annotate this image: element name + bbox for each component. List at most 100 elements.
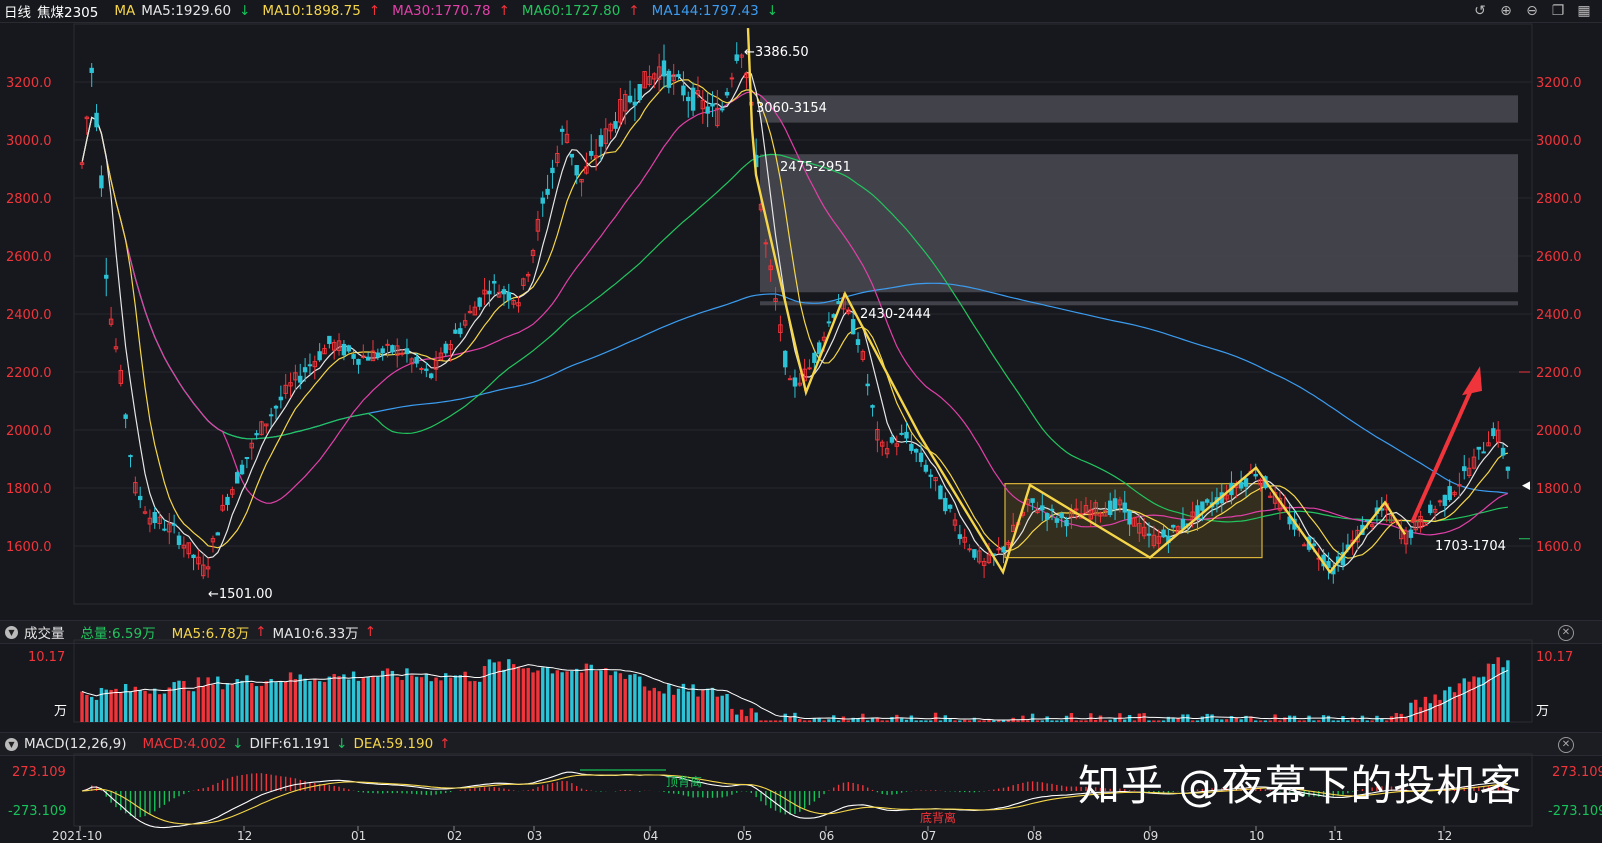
volume-bar bbox=[1132, 720, 1137, 722]
candle-body bbox=[720, 108, 725, 111]
candle-body bbox=[1437, 500, 1443, 503]
volume-bar bbox=[133, 686, 138, 722]
volume-bar bbox=[657, 691, 661, 722]
volume-bar bbox=[1506, 660, 1510, 722]
volume-bar bbox=[337, 676, 341, 722]
volume-bar bbox=[487, 659, 492, 722]
volume-bar bbox=[759, 720, 763, 722]
x-tick-label: 06 bbox=[819, 829, 834, 843]
volume-bar bbox=[807, 720, 812, 722]
volume-bar bbox=[1486, 663, 1491, 722]
volume-bar bbox=[201, 686, 205, 722]
volume-bar bbox=[1074, 720, 1078, 722]
price-tick-left: 2000.0 bbox=[6, 424, 52, 439]
volume-bar bbox=[1171, 718, 1175, 722]
candle-body bbox=[123, 414, 128, 419]
volume-bar bbox=[235, 679, 239, 722]
candle-body bbox=[1122, 502, 1127, 513]
volume-bar bbox=[1254, 720, 1258, 722]
volume-bar bbox=[347, 679, 351, 722]
volume-bar bbox=[1457, 683, 1462, 722]
volume-bar bbox=[948, 719, 952, 722]
macd-top-label-right: 273.109 bbox=[1552, 765, 1602, 780]
candle-body bbox=[1127, 510, 1132, 525]
candle-body bbox=[1001, 546, 1006, 553]
volume-bar bbox=[1384, 720, 1389, 722]
x-tick-label: 01 bbox=[351, 829, 366, 843]
volume-bar bbox=[220, 689, 225, 722]
macd-bottom-label: -273.109 bbox=[8, 804, 66, 819]
volume-bar bbox=[589, 664, 593, 722]
volume-bar bbox=[899, 718, 904, 722]
price-tick-left: 1600.0 bbox=[6, 540, 52, 555]
candle-body bbox=[923, 464, 929, 472]
volume-bar bbox=[1006, 720, 1011, 722]
candle-body bbox=[1491, 428, 1496, 437]
volume-bar bbox=[400, 679, 404, 722]
volume-bar bbox=[1433, 694, 1437, 722]
candle-body bbox=[928, 474, 933, 477]
candle-body bbox=[104, 274, 109, 279]
candle-body bbox=[1428, 504, 1433, 514]
candle-body bbox=[855, 339, 861, 346]
candle-body bbox=[298, 375, 303, 383]
ma5-line bbox=[81, 71, 1509, 568]
candle-body bbox=[889, 437, 895, 443]
last-price-marker bbox=[1522, 481, 1530, 491]
volume-bar bbox=[177, 680, 181, 722]
volume-bar bbox=[880, 720, 884, 722]
volume-bar bbox=[191, 691, 196, 722]
candle-body bbox=[307, 364, 313, 367]
candle-body bbox=[477, 297, 482, 307]
candle-body bbox=[914, 448, 919, 453]
volume-bar bbox=[259, 685, 264, 722]
volume-bar bbox=[196, 677, 201, 722]
volume-bar bbox=[1467, 681, 1471, 722]
volume-bar bbox=[250, 683, 254, 722]
candle-body bbox=[1462, 466, 1467, 472]
volume-bar bbox=[541, 667, 545, 722]
candle-body bbox=[380, 348, 385, 354]
volume-bar bbox=[123, 684, 128, 722]
volume-bar bbox=[1341, 716, 1345, 722]
candle-body bbox=[254, 433, 259, 436]
candle-body bbox=[826, 321, 832, 324]
volume-bar bbox=[618, 673, 623, 722]
volume-bar bbox=[371, 676, 375, 722]
candle-body bbox=[458, 328, 463, 335]
volume-bar bbox=[1239, 719, 1243, 722]
volume-bar bbox=[638, 676, 642, 722]
volume-bar bbox=[938, 720, 943, 722]
volume-unit: 万 bbox=[54, 704, 67, 719]
volume-bar bbox=[802, 720, 807, 722]
price-tick-right: 2200.0 bbox=[1536, 366, 1582, 381]
x-tick-label: 04 bbox=[643, 829, 658, 843]
volume-bar bbox=[575, 668, 579, 722]
candle-body bbox=[763, 242, 769, 245]
price-tick-right: 2600.0 bbox=[1536, 250, 1582, 265]
volume-bar bbox=[85, 694, 89, 722]
volume-bar bbox=[735, 714, 739, 722]
price-tick-right: 1800.0 bbox=[1536, 482, 1582, 497]
volume-bar bbox=[672, 694, 676, 722]
candle-body bbox=[1476, 446, 1481, 450]
candle-body bbox=[404, 348, 410, 355]
volume-bar bbox=[1113, 718, 1117, 722]
volume-bar bbox=[1414, 699, 1418, 722]
candle-body bbox=[729, 77, 735, 80]
candle-body bbox=[904, 431, 909, 439]
volume-bar bbox=[332, 674, 336, 722]
kline-chart[interactable]: 1600.0 1600.0 1800.0 1800.0 2000.0 2000.0 2200… bbox=[0, 0, 1602, 843]
candle-body bbox=[909, 443, 914, 451]
volume-bar bbox=[1220, 719, 1224, 722]
volume-bar bbox=[686, 691, 690, 722]
candle-body bbox=[1161, 529, 1166, 538]
volume-bar bbox=[104, 689, 108, 722]
zone3-label: 2430-2444 bbox=[860, 307, 931, 322]
volume-bar bbox=[701, 689, 705, 722]
volume-bar bbox=[1448, 686, 1452, 722]
candle-body bbox=[1243, 478, 1249, 487]
volume-bar bbox=[245, 675, 249, 722]
price-tick-right: 2800.0 bbox=[1536, 192, 1582, 207]
candle-body bbox=[1064, 519, 1069, 527]
